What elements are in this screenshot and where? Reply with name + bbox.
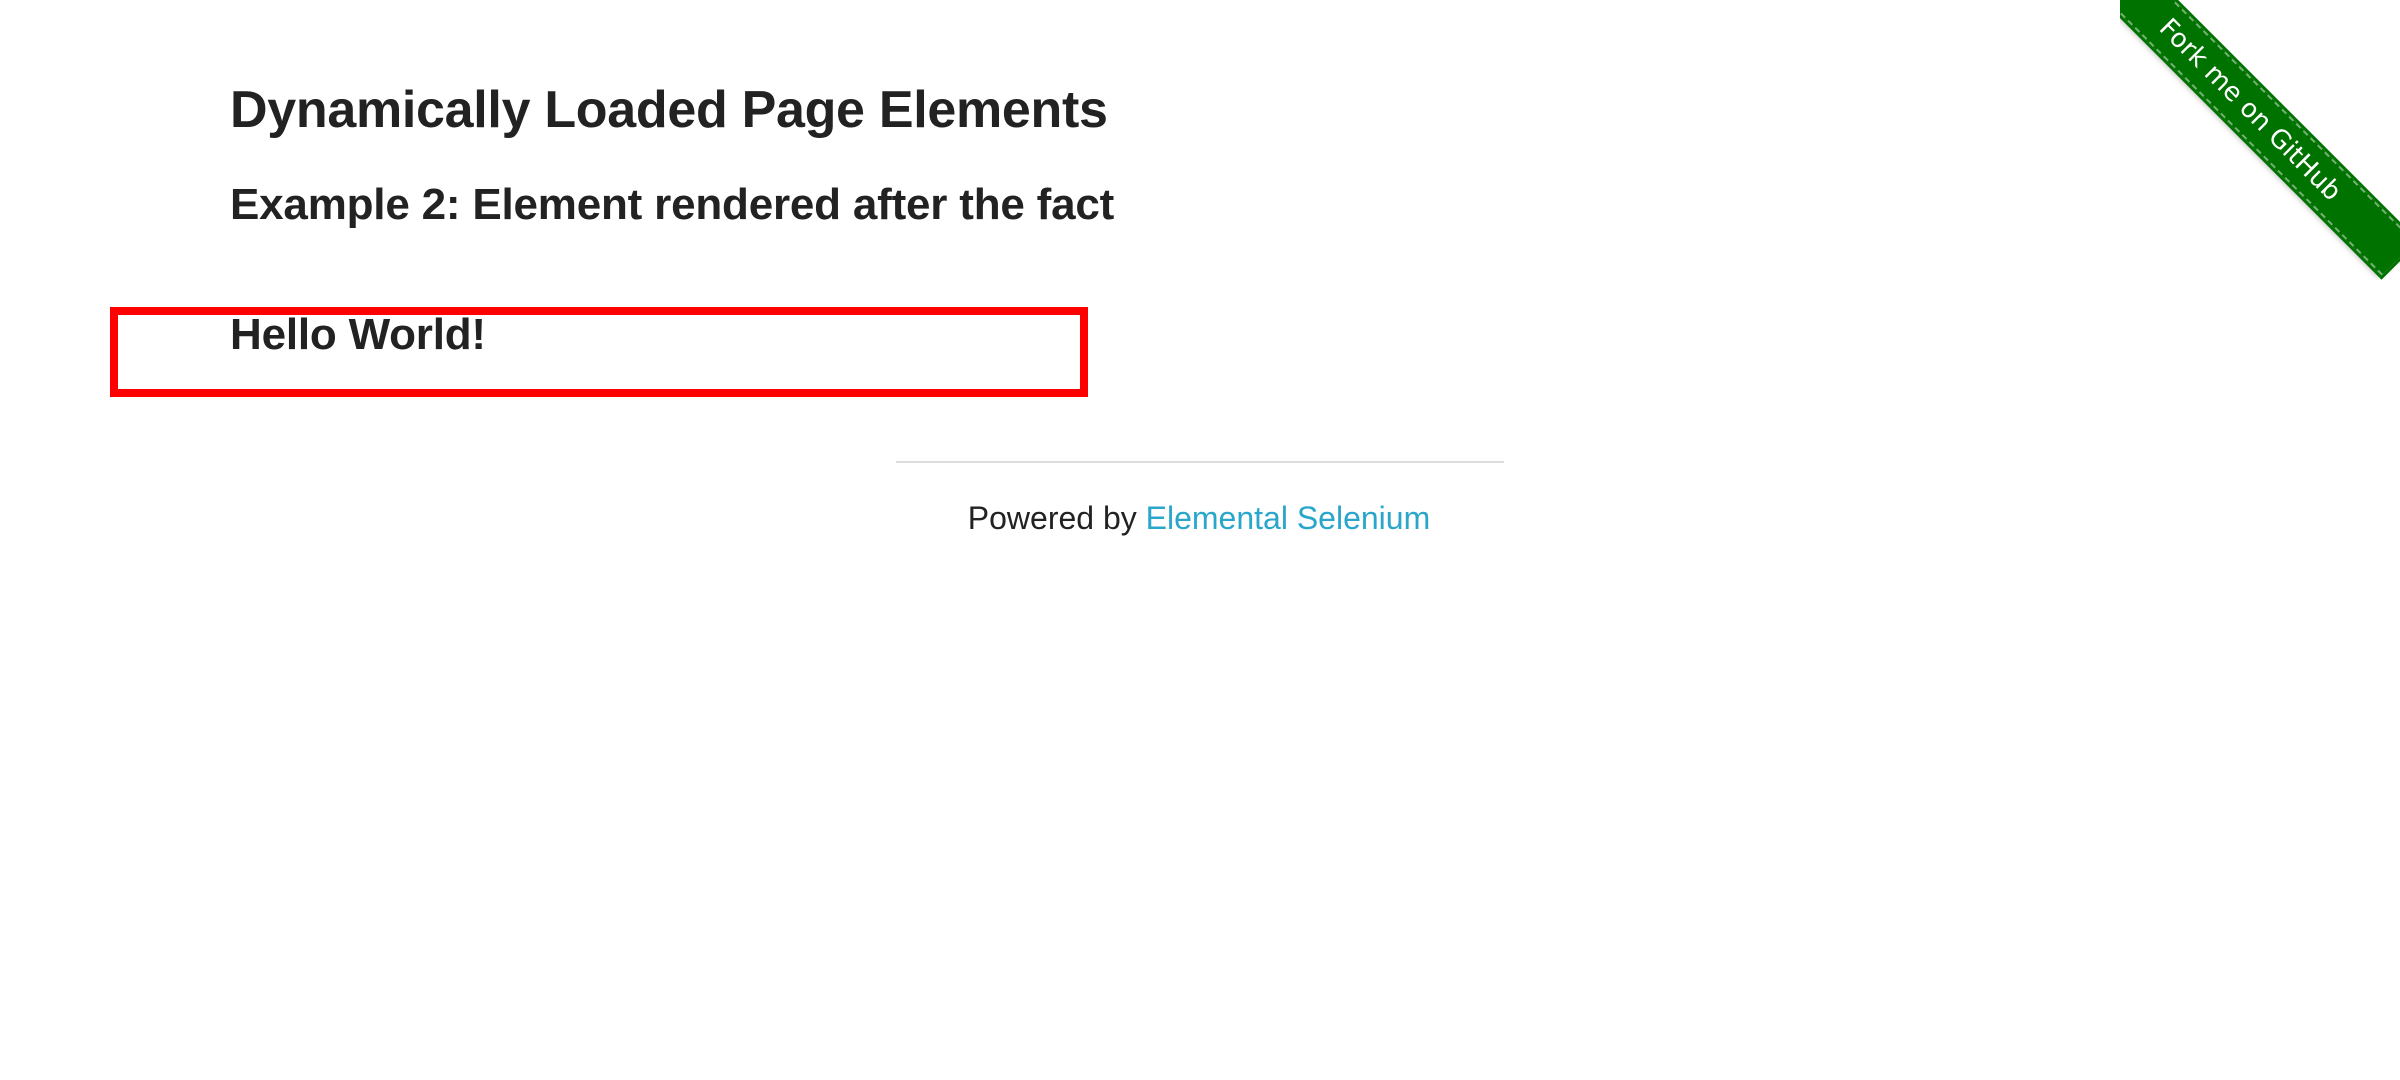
- powered-by-label: Powered by: [967, 500, 1137, 536]
- footer-text: Powered by Elemental Selenium: [968, 500, 1430, 537]
- footer-divider: [896, 461, 1504, 463]
- fork-me-on-github-ribbon[interactable]: Fork me on GitHub: [2120, 0, 2400, 280]
- elemental-selenium-link[interactable]: Elemental Selenium: [1146, 500, 1431, 536]
- page: Dynamically Loaded Page Elements Example…: [0, 0, 2400, 1080]
- github-ribbon-container: Fork me on GitHub: [2120, 0, 2400, 280]
- example-title: Example 2: Element rendered after the fa…: [230, 180, 1115, 229]
- footer: Powered by Elemental Selenium: [0, 500, 2400, 537]
- finish-text: Hello World!: [230, 310, 486, 359]
- page-title: Dynamically Loaded Page Elements: [230, 81, 1108, 139]
